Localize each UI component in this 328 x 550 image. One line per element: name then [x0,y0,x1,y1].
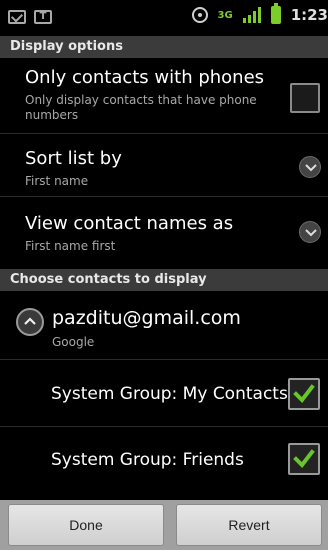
setting-sort-list-by[interactable]: Sort list by First name [0,134,328,196]
setting-view-contact-names-as[interactable]: View contact names as First name first [0,197,328,267]
battery-icon [270,3,281,24]
account-email: pazditu@gmail.com [52,307,241,329]
gps-icon [191,7,208,23]
group-item-friends[interactable]: System Group: Friends [0,427,328,495]
button-bar: Done Revert [0,500,328,550]
section-header-choose-contacts: Choose contacts to display [0,269,328,291]
checkmark-icon [293,384,315,404]
done-button[interactable]: Done [8,504,164,546]
setting-summary: Only display contacts that have phone nu… [25,93,257,122]
checkmark-icon [293,449,315,469]
chevron-down-icon[interactable] [299,156,321,178]
setting-title: View contact names as [25,213,234,234]
signal-icon [242,7,261,23]
t-icon: T [34,10,52,24]
revert-button[interactable]: Revert [176,504,322,546]
group-item-my-contacts[interactable]: System Group: My Contacts [0,360,328,426]
group-label: System Group: Friends [51,450,244,470]
chevron-down-icon[interactable] [299,221,321,243]
collapse-icon[interactable] [16,308,44,336]
status-bar: T 3G 1:23 [0,0,328,36]
account-type: Google [52,335,95,349]
clock: 1:23 [290,6,328,24]
setting-title: Only contacts with phones [25,67,265,88]
mail-icon [8,10,26,24]
my-contacts-checkbox[interactable] [288,378,320,410]
setting-only-contacts-with-phones[interactable]: Only contacts with phones Only display c… [0,58,328,133]
account-item[interactable]: pazditu@gmail.com Google [0,291,328,359]
friends-checkbox[interactable] [288,443,320,475]
setting-summary: First name first [25,239,116,253]
only-phones-checkbox[interactable] [290,83,320,113]
section-header-display-options: Display options [0,36,328,58]
group-label: System Group: My Contacts [51,384,288,404]
setting-summary: First name [25,174,89,188]
setting-title: Sort list by [25,148,122,169]
3g-icon: 3G [217,9,233,21]
